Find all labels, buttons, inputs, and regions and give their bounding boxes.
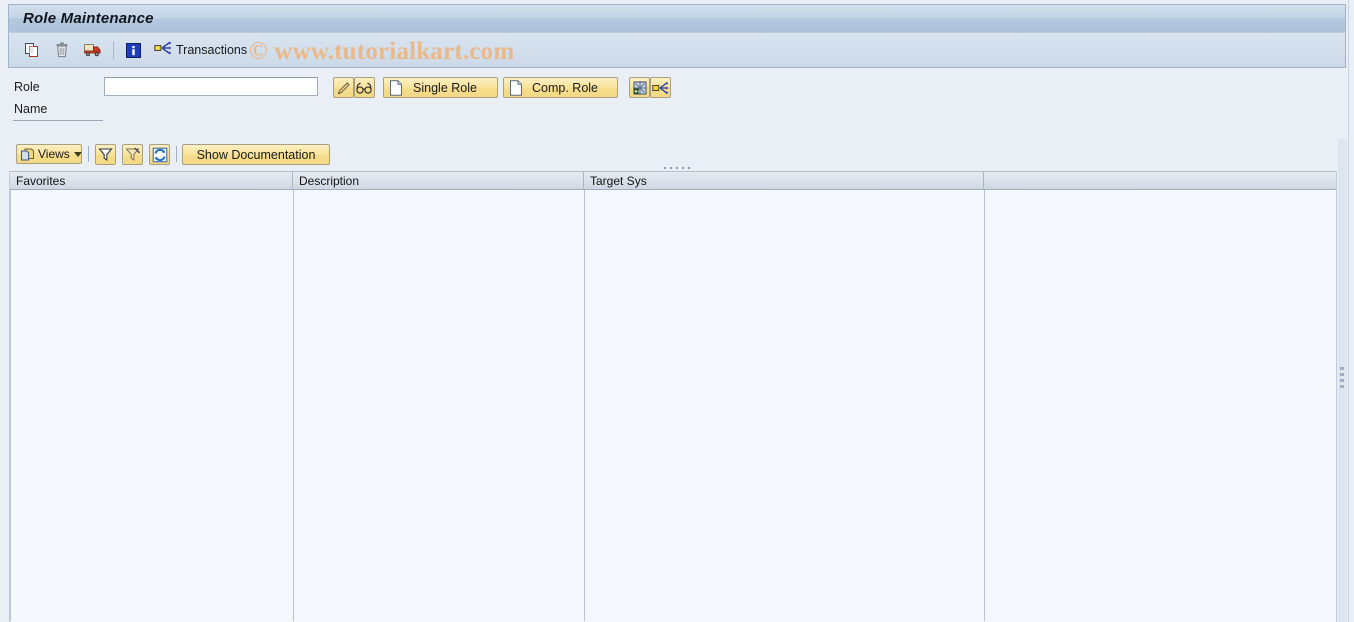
name-label: Name: [14, 102, 48, 116]
derive-role-button[interactable]: [629, 77, 650, 98]
toolbar-separator-1: [113, 41, 114, 59]
column-header-target-sys[interactable]: Target Sys: [584, 172, 984, 189]
transactions-button[interactable]: Transactions: [154, 40, 247, 61]
document-icon: [389, 79, 403, 96]
views-separator-1: [88, 146, 89, 162]
column-header-favorites[interactable]: Favorites: [10, 172, 293, 189]
views-icon: [20, 147, 35, 162]
column-divider: [984, 190, 985, 621]
pencil-icon: [337, 81, 350, 94]
vertical-splitter[interactable]: [1338, 139, 1347, 622]
change-role-button[interactable]: [333, 77, 354, 98]
refresh-icon: [152, 147, 167, 162]
truck-icon[interactable]: [81, 39, 103, 61]
page-title: Role Maintenance: [23, 10, 154, 27]
delete-filter-button[interactable]: [122, 144, 143, 165]
comp-role-button[interactable]: Comp. Role: [503, 77, 618, 98]
views-label: Views: [38, 147, 70, 161]
views-button[interactable]: Views: [16, 144, 82, 164]
favorites-table: Favorites Description Target Sys: [9, 171, 1337, 622]
comp-role-label: Comp. Role: [532, 80, 598, 95]
info-icon[interactable]: [122, 39, 144, 61]
column-divider: [293, 190, 294, 621]
transport-role-button[interactable]: [650, 77, 671, 98]
filter-button[interactable]: [95, 144, 116, 165]
table-body: [10, 190, 1336, 621]
chevron-down-icon: [73, 151, 82, 157]
glasses-icon: [356, 82, 372, 94]
document-icon: [509, 79, 523, 96]
window-title-bar: Role Maintenance: [8, 4, 1346, 32]
role-maintenance-window: Role Maintenance Transactions © www.tuto…: [0, 0, 1354, 622]
transactions-label: Transactions: [176, 43, 248, 57]
show-documentation-button[interactable]: Show Documentation: [182, 144, 330, 165]
refresh-button[interactable]: [149, 144, 170, 165]
column-header-empty[interactable]: [984, 172, 1336, 189]
column-divider: [10, 190, 11, 621]
name-value-underline: [13, 120, 103, 121]
views-separator-2: [176, 146, 177, 162]
filter-delete-icon: [124, 147, 140, 161]
show-documentation-label: Show Documentation: [196, 147, 316, 162]
column-divider: [584, 190, 585, 621]
splitter-grip-icon: [1340, 367, 1344, 388]
window-right-edge: [1348, 0, 1349, 622]
derive-icon: [632, 80, 647, 95]
role-input[interactable]: [104, 77, 318, 96]
role-label: Role: [14, 80, 40, 94]
filter-icon: [98, 148, 113, 162]
table-resize-grip[interactable]: [664, 165, 690, 170]
column-header-description[interactable]: Description: [293, 172, 584, 189]
transactions-icon: [154, 40, 172, 61]
single-role-button[interactable]: Single Role: [383, 77, 498, 98]
trash-icon[interactable]: [51, 39, 73, 61]
copy-icon[interactable]: [21, 39, 43, 61]
distribute-icon: [652, 81, 669, 94]
table-header-row: Favorites Description Target Sys: [10, 171, 1336, 190]
application-toolbar: Transactions: [8, 32, 1346, 68]
single-role-label: Single Role: [413, 80, 477, 95]
display-role-button[interactable]: [354, 77, 375, 98]
